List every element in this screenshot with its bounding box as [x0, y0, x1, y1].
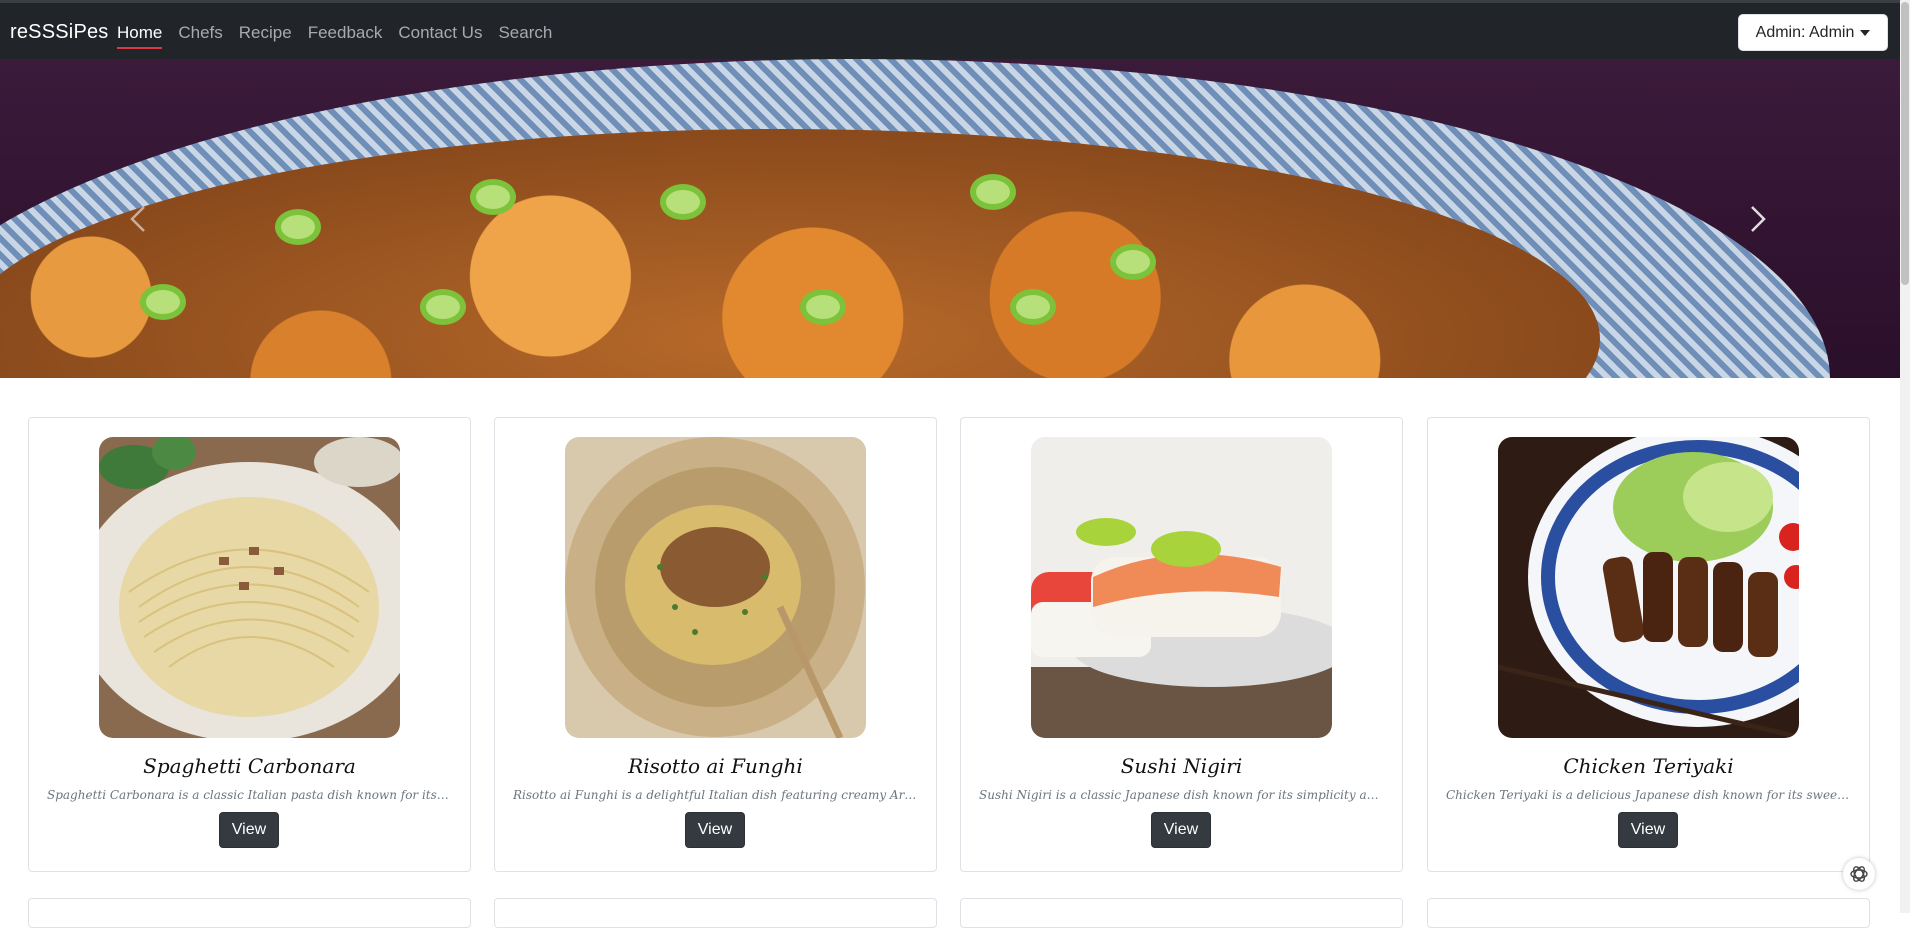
scallion-garnish — [140, 284, 186, 320]
scallion-garnish — [1010, 289, 1056, 325]
recipe-title: Sushi Nigiri — [1120, 754, 1243, 778]
view-recipe-button[interactable]: View — [1151, 812, 1211, 848]
page-scrollbar[interactable] — [1900, 0, 1910, 913]
nav-link-feedback[interactable]: Feedback — [308, 23, 383, 43]
scrollbar-thumb[interactable] — [1901, 2, 1909, 285]
recipe-description: Risotto ai Funghi is a delightful Italia… — [513, 788, 918, 802]
recipe-card: Chicken Teriyaki Chicken Teriyaki is a d… — [1427, 417, 1870, 872]
scallion-garnish — [420, 289, 466, 325]
recipe-card-partial — [28, 898, 471, 928]
recipe-description: Sushi Nigiri is a classic Japanese dish … — [979, 788, 1384, 802]
scallion-garnish — [800, 289, 846, 325]
recipe-title: Spaghetti Carbonara — [143, 754, 356, 778]
user-menu-label: Admin: Admin — [1755, 23, 1855, 41]
recipe-card: Risotto ai Funghi Risotto ai Funghi is a… — [494, 417, 937, 872]
recipe-description: Chicken Teriyaki is a delicious Japanese… — [1446, 788, 1851, 802]
user-menu-dropdown[interactable]: Admin: Admin — [1738, 14, 1888, 51]
brand-logo[interactable]: reSSSiPes — [10, 21, 109, 44]
recipe-card: Spaghetti Carbonara Spaghetti Carbonara … — [28, 417, 471, 872]
scallion-garnish — [470, 179, 516, 215]
view-recipe-button[interactable]: View — [219, 812, 279, 848]
carousel-next-button[interactable] — [1738, 199, 1778, 239]
recipe-image — [565, 437, 866, 738]
scallion-garnish — [660, 184, 706, 220]
recipe-card-partial — [1427, 898, 1870, 928]
scallion-garnish — [275, 209, 321, 245]
nav-link-contact-us[interactable]: Contact Us — [398, 23, 482, 43]
recipe-title: Risotto ai Funghi — [628, 754, 803, 778]
recipe-image — [1498, 437, 1799, 738]
nav-link-chefs[interactable]: Chefs — [178, 23, 222, 43]
recipe-description: Spaghetti Carbonara is a classic Italian… — [47, 788, 452, 802]
nav-link-recipe[interactable]: Recipe — [239, 23, 292, 43]
top-navbar: reSSSiPes Home Chefs Recipe Feedback Con… — [0, 0, 1900, 59]
recipe-card-partial — [494, 898, 937, 928]
recipe-image — [99, 437, 400, 738]
view-recipe-button[interactable]: View — [1618, 812, 1678, 848]
hero-carousel — [0, 59, 1900, 378]
recipe-image — [1031, 437, 1332, 738]
chevron-left-icon — [130, 206, 145, 232]
scallion-garnish — [1110, 244, 1156, 280]
nav-link-search[interactable]: Search — [498, 23, 552, 43]
view-recipe-button[interactable]: View — [685, 812, 745, 848]
nav-link-home[interactable]: Home — [117, 23, 163, 49]
nav-links: Home Chefs Recipe Feedback Contact Us Se… — [117, 23, 552, 49]
recipe-card-partial — [960, 898, 1403, 928]
scallion-garnish — [970, 174, 1016, 210]
caret-down-icon — [1860, 29, 1871, 36]
recipe-title: Chicken Teriyaki — [1563, 754, 1734, 778]
carousel-prev-button[interactable] — [120, 199, 160, 239]
assistant-knot-icon — [1850, 866, 1868, 882]
recipe-card: Sushi Nigiri Sushi Nigiri is a classic J… — [960, 417, 1403, 872]
chevron-right-icon — [1751, 206, 1766, 232]
assistant-icon[interactable] — [1843, 858, 1875, 890]
